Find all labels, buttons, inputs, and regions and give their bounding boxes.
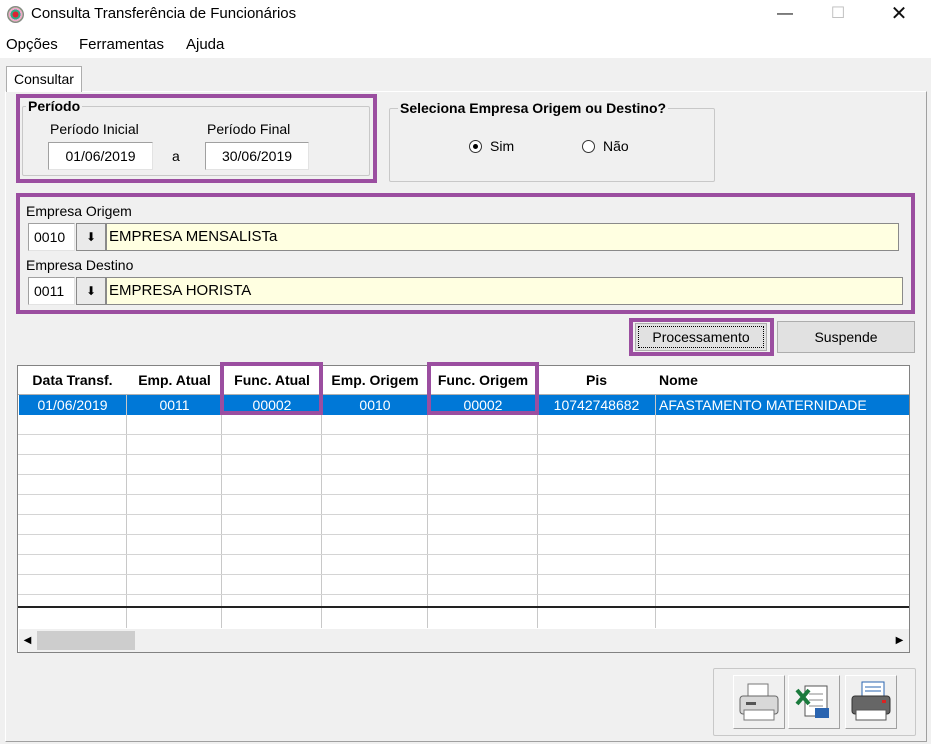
horizontal-scrollbar[interactable]: ◀ ▶ <box>19 629 909 652</box>
empresa-origem-dropdown-button[interactable]: ⬇ <box>76 223 106 251</box>
minimize-button[interactable]: — <box>762 0 808 30</box>
periodo-final-input[interactable]: 30/06/2019 <box>205 142 309 170</box>
processamento-button[interactable]: Processamento <box>635 323 767 351</box>
radio-sim-label[interactable]: Sim <box>490 138 514 154</box>
col-header-data-transf[interactable]: Data Transf. <box>18 366 127 394</box>
empresa-destino-label: Empresa Destino <box>26 257 134 273</box>
grid-row-line <box>18 574 909 575</box>
col-header-emp-origem[interactable]: Emp. Origem <box>322 366 428 394</box>
cell-emp-origem[interactable]: 0010 <box>322 396 428 414</box>
seleciona-group <box>389 108 715 182</box>
periodo-legend: Período <box>26 98 83 114</box>
empresa-destino-dropdown-button[interactable]: ⬇ <box>76 277 106 305</box>
grid-row-line <box>18 454 909 455</box>
seleciona-legend: Seleciona Empresa Origem ou Destino? <box>398 100 669 116</box>
empresa-origem-code-input[interactable]: 0010 <box>28 223 75 251</box>
periodo-separator: a <box>172 148 180 164</box>
menu-bar: Opções Ferramentas Ajuda <box>0 30 931 58</box>
grid-row-line <box>18 594 909 595</box>
printer-icon <box>739 683 779 721</box>
col-header-nome[interactable]: Nome <box>656 366 906 394</box>
app-icon <box>7 6 24 23</box>
grid-col-divider <box>126 394 127 628</box>
col-header-emp-atual[interactable]: Emp. Atual <box>127 366 222 394</box>
maximize-button[interactable]: ☐ <box>815 0 861 30</box>
cell-nome[interactable]: AFASTAMENTO MATERNIDADE <box>656 396 906 414</box>
grid-col-divider <box>321 394 322 628</box>
menu-ajuda[interactable]: Ajuda <box>186 36 224 53</box>
grid-row-line <box>18 474 909 475</box>
empresa-origem-name-field[interactable]: EMPRESA MENSALISTa <box>106 223 899 251</box>
menu-opcoes[interactable]: Opções <box>6 36 58 53</box>
cell-pis[interactable]: 10742748682 <box>538 396 655 414</box>
print-preview-button[interactable] <box>845 675 897 729</box>
export-excel-button[interactable] <box>788 675 840 729</box>
close-button[interactable]: ✕ <box>876 0 922 30</box>
grid-row-line <box>18 554 909 555</box>
radio-sim-dot <box>473 144 478 149</box>
func-origem-highlight <box>427 362 539 415</box>
col-header-pis[interactable]: Pis <box>538 366 655 394</box>
window-title: Consulta Transferência de Funcionários <box>31 5 297 22</box>
tab-consultar[interactable]: Consultar <box>6 66 82 92</box>
empresa-destino-name-field[interactable]: EMPRESA HORISTA <box>106 277 903 305</box>
grid-row-line <box>18 494 909 495</box>
empresa-origem-label: Empresa Origem <box>26 203 132 219</box>
periodo-inicial-label: Período Inicial <box>50 121 139 137</box>
func-atual-highlight <box>220 362 323 415</box>
scroll-left-arrow[interactable]: ◀ <box>19 630 36 651</box>
cell-emp-atual[interactable]: 0011 <box>127 396 222 414</box>
export-button-tray <box>713 668 916 736</box>
grid-col-divider <box>655 394 656 628</box>
radio-nao[interactable] <box>582 140 595 153</box>
scroll-right-arrow[interactable]: ▶ <box>891 630 908 651</box>
grid-col-divider <box>427 394 428 628</box>
cell-data-transf[interactable]: 01/06/2019 <box>18 396 127 414</box>
excel-icon <box>795 685 829 718</box>
grid-col-divider <box>537 394 538 628</box>
suspende-button[interactable]: Suspende <box>777 321 915 353</box>
grid-row-line <box>18 534 909 535</box>
empresa-destino-code-input[interactable]: 0011 <box>28 277 75 305</box>
grid-row-line <box>18 514 909 515</box>
radio-nao-label[interactable]: Não <box>603 138 629 154</box>
scroll-thumb[interactable] <box>37 631 135 650</box>
print-preview-icon <box>851 681 891 721</box>
periodo-inicial-input[interactable]: 01/06/2019 <box>48 142 153 170</box>
radio-sim[interactable] <box>469 140 482 153</box>
print-button[interactable] <box>733 675 785 729</box>
menu-ferramentas[interactable]: Ferramentas <box>79 36 164 53</box>
grid-footer-line <box>18 606 909 608</box>
grid-col-divider <box>221 394 222 628</box>
grid-row-line <box>18 434 909 435</box>
periodo-final-label: Período Final <box>207 121 291 137</box>
